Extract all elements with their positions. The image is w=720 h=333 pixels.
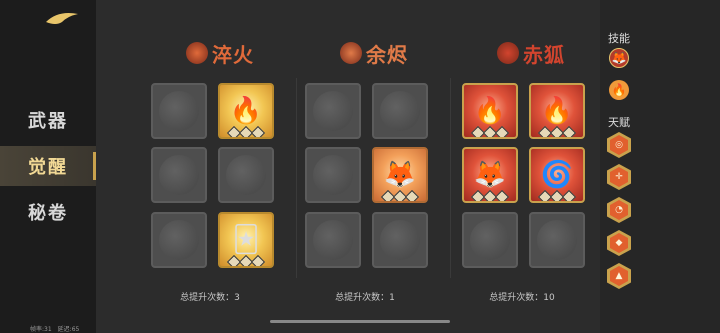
- locked-art-icon: [159, 155, 199, 195]
- upgrade-tile-red-fox[interactable]: 🔥: [462, 83, 518, 139]
- upgrade-level-diamonds: [226, 125, 266, 137]
- column-divider: [450, 78, 451, 278]
- upgrade-tile-ember[interactable]: [305, 83, 361, 139]
- fox-mask-icon[interactable]: 🦊: [609, 48, 629, 68]
- locked-art-icon: [470, 220, 510, 260]
- upgrade-tile-red-fox[interactable]: 🦊: [462, 147, 518, 203]
- upgrade-tile-quench[interactable]: [218, 147, 274, 203]
- upgrade-tile-red-fox[interactable]: 🌀: [529, 147, 585, 203]
- nav-item-awaken[interactable]: 觉醒: [0, 146, 96, 186]
- diamond-icon: [494, 189, 510, 201]
- column-header-quench: 淬火: [186, 38, 254, 68]
- left-nav: 武器 觉醒 秘卷: [0, 0, 96, 333]
- total-upgrades-text: 总提升次数：1: [335, 293, 395, 303]
- talent-glyph: ◎: [610, 135, 628, 155]
- fireball-icon[interactable]: 🔥: [609, 80, 629, 100]
- upgrade-level-diamonds: [226, 254, 266, 266]
- upgrade-tile-ember[interactable]: [305, 212, 361, 268]
- locked-art-icon: [380, 220, 420, 260]
- element-emblem-icon: [186, 42, 208, 64]
- locked-art-icon: [537, 220, 577, 260]
- upgrade-tile-ember[interactable]: [372, 212, 428, 268]
- element-emblem-icon: [497, 42, 519, 64]
- locked-art-icon: [159, 220, 199, 260]
- column-title: 淬火: [212, 42, 254, 67]
- column-title: 余烬: [366, 42, 408, 67]
- upgrade-level-diamonds: [380, 189, 420, 201]
- upgrade-tile-quench[interactable]: [151, 147, 207, 203]
- upgrade-tile-red-fox[interactable]: 🔥: [529, 83, 585, 139]
- locked-art-icon: [226, 155, 266, 195]
- upgrade-tile-ember[interactable]: 🦊: [372, 147, 428, 203]
- locked-art-icon: [313, 220, 353, 260]
- column-title: 赤狐: [523, 42, 565, 67]
- diamond-icon: [250, 254, 266, 266]
- upgrade-tile-quench[interactable]: [151, 83, 207, 139]
- skills-label: 技能: [608, 32, 630, 45]
- locked-art-icon: [380, 91, 420, 131]
- diamond-icon: [494, 125, 510, 137]
- upgrade-tile-red-fox[interactable]: [529, 212, 585, 268]
- locked-art-icon: [313, 155, 353, 195]
- column-divider: [296, 78, 297, 278]
- total-upgrades-text: 总提升次数：10: [489, 293, 555, 303]
- upgrade-tile-quench[interactable]: 🃏: [218, 212, 274, 268]
- diamond-icon: [404, 189, 420, 201]
- latency-readout: 延迟:65: [57, 326, 80, 333]
- nav-item-scroll[interactable]: 秘卷: [0, 192, 96, 232]
- upgrade-level-diamonds: [470, 125, 510, 137]
- column-header-ember: 余烬: [340, 38, 408, 68]
- upgrade-level-diamonds: [537, 125, 577, 137]
- diamond-icon: [561, 189, 577, 201]
- column-header-red-fox: 赤狐: [497, 38, 565, 68]
- total-upgrades-text: 总提升次数：3: [180, 293, 240, 303]
- debug-overlay: 帧率:31 延迟:65: [30, 324, 79, 333]
- talent-glyph: ◆: [610, 233, 628, 253]
- upgrade-level-diamonds: [537, 189, 577, 201]
- upgrade-tile-quench[interactable]: 🔥: [218, 83, 274, 139]
- locked-art-icon: [313, 91, 353, 131]
- fps-readout: 帧率:31: [30, 326, 52, 333]
- upgrade-tile-ember[interactable]: [305, 147, 361, 203]
- diamond-icon: [561, 125, 577, 137]
- locked-art-icon: [159, 91, 199, 131]
- diamond-icon: [250, 125, 266, 137]
- talent-glyph: ✛: [610, 167, 628, 187]
- upgrade-tile-quench[interactable]: [151, 212, 207, 268]
- game-logo-icon: [46, 13, 78, 24]
- upgrade-tile-ember[interactable]: [372, 83, 428, 139]
- upgrade-tile-red-fox[interactable]: [462, 212, 518, 268]
- upgrade-level-diamonds: [470, 189, 510, 201]
- nav-item-weapon[interactable]: 武器: [0, 100, 96, 140]
- talent-label: 天赋: [608, 116, 630, 129]
- talent-glyph: ◔: [610, 200, 628, 220]
- talent-glyph: ▲: [610, 266, 628, 286]
- element-emblem-icon: [340, 42, 362, 64]
- scroll-indicator: [270, 320, 450, 323]
